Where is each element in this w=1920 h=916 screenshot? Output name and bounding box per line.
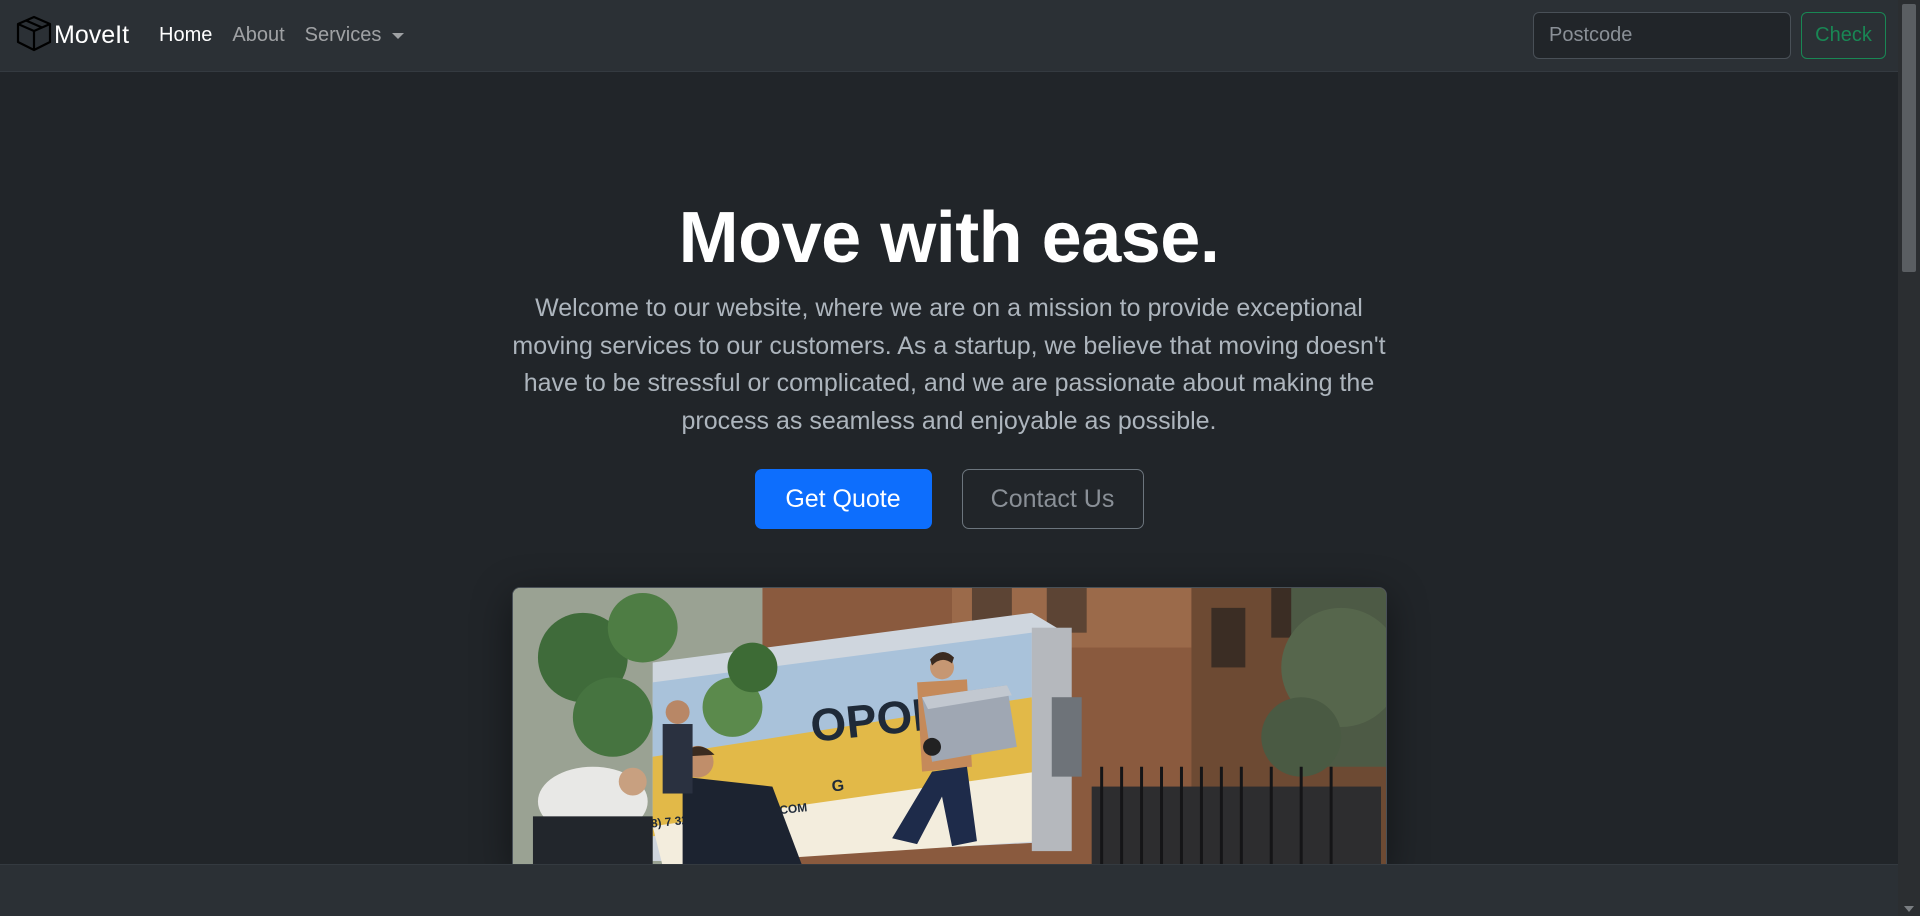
brand-name: MoveIt xyxy=(54,21,130,49)
scrollbar-thumb[interactable] xyxy=(1902,4,1916,272)
chevron-down-icon xyxy=(392,32,405,39)
hero-section: Move with ease. Welcome to our website, … xyxy=(0,72,1898,529)
hero-buttons: Get Quote Contact Us xyxy=(0,469,1898,529)
postcode-form: Check xyxy=(1533,12,1886,59)
nav-links: Home About Services xyxy=(159,24,424,47)
top-navbar: MoveIt Home About Services Check xyxy=(0,0,1898,72)
postcode-input[interactable] xyxy=(1533,12,1791,59)
nav-about[interactable]: About xyxy=(232,24,284,47)
scroll-down-arrow-icon[interactable] xyxy=(1904,906,1914,912)
page-scrollbar[interactable] xyxy=(1898,0,1920,916)
brand-link[interactable]: MoveIt xyxy=(14,13,129,58)
contact-us-button[interactable]: Contact Us xyxy=(961,469,1144,529)
get-quote-button[interactable]: Get Quote xyxy=(754,469,932,529)
truck-brand-sub: G xyxy=(831,777,845,795)
nav-home[interactable]: Home xyxy=(159,24,212,47)
hero-description: Welcome to our website, where we are on … xyxy=(512,294,1386,435)
box-icon xyxy=(14,13,54,58)
hero-title: Move with ease. xyxy=(678,198,1220,278)
check-button[interactable]: Check xyxy=(1801,12,1886,59)
hero-image-moving-truck: OPOLIS G 18) 7 320 • MO MOVING.COM xyxy=(512,587,1387,867)
nav-services-label: Services xyxy=(304,24,382,46)
nav-services-dropdown[interactable]: Services xyxy=(305,24,405,47)
bottom-bar xyxy=(0,864,1898,916)
